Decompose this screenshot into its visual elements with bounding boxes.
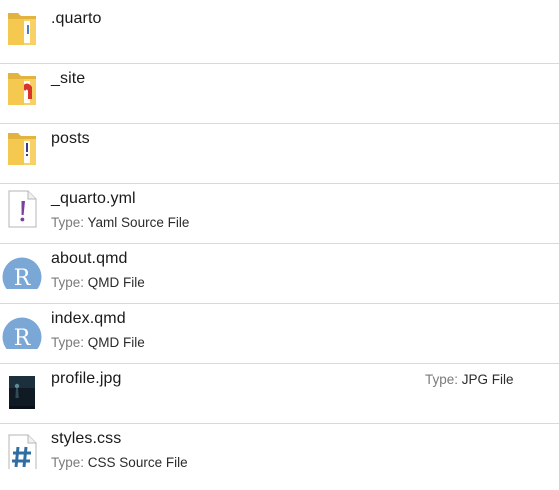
type-value: CSS Source File [87, 455, 188, 470]
type-value: QMD File [87, 335, 145, 350]
file-name: styles.css [51, 430, 122, 447]
file-list: .quarto _site posts _quarto.yml Type: Ya… [0, 0, 559, 490]
file-type: Type: JPG File [425, 372, 514, 387]
r-file-icon: R [2, 245, 42, 289]
file-name: about.qmd [51, 250, 128, 267]
r-file-icon: R [2, 305, 42, 349]
file-type: Type: QMD File [51, 275, 145, 290]
list-item-index-qmd[interactable]: R index.qmd Type: QMD File [0, 300, 559, 359]
list-item-styles-css[interactable]: styles.css Type: CSS Source File [0, 420, 559, 479]
svg-text:R: R [14, 326, 32, 349]
file-name: _quarto.yml [51, 190, 136, 207]
svg-text:R: R [14, 266, 32, 289]
file-type: Type: Yaml Source File [51, 215, 189, 230]
css-file-icon [2, 425, 42, 469]
file-name: _site [51, 70, 86, 87]
file-type: Type: QMD File [51, 335, 145, 350]
file-name: posts [51, 130, 90, 147]
folder-icon [2, 5, 42, 45]
type-label: Type: [425, 372, 459, 387]
type-label: Type: [51, 275, 85, 290]
type-value: QMD File [87, 275, 145, 290]
type-value: Yaml Source File [87, 215, 190, 230]
list-item-site-folder[interactable]: _site [0, 60, 559, 119]
type-label: Type: [51, 455, 85, 470]
list-item-posts-folder[interactable]: posts [0, 120, 559, 179]
folder-icon [2, 65, 42, 105]
yaml-file-icon [2, 185, 42, 228]
list-item-quarto-folder[interactable]: .quarto [0, 0, 559, 59]
type-label: Type: [51, 335, 85, 350]
file-type: Type: CSS Source File [51, 455, 188, 470]
list-item-profile-jpg[interactable]: profile.jpg Type: JPG File [0, 360, 559, 419]
type-value: JPG File [461, 372, 514, 387]
file-name: index.qmd [51, 310, 126, 327]
file-name: profile.jpg [51, 370, 122, 387]
image-thumbnail-icon [2, 365, 42, 409]
folder-icon [2, 125, 42, 165]
type-label: Type: [51, 215, 85, 230]
list-item-about-qmd[interactable]: R about.qmd Type: QMD File [0, 240, 559, 299]
list-item-quarto-yml[interactable]: _quarto.yml Type: Yaml Source File [0, 180, 559, 239]
file-name: .quarto [51, 10, 102, 27]
